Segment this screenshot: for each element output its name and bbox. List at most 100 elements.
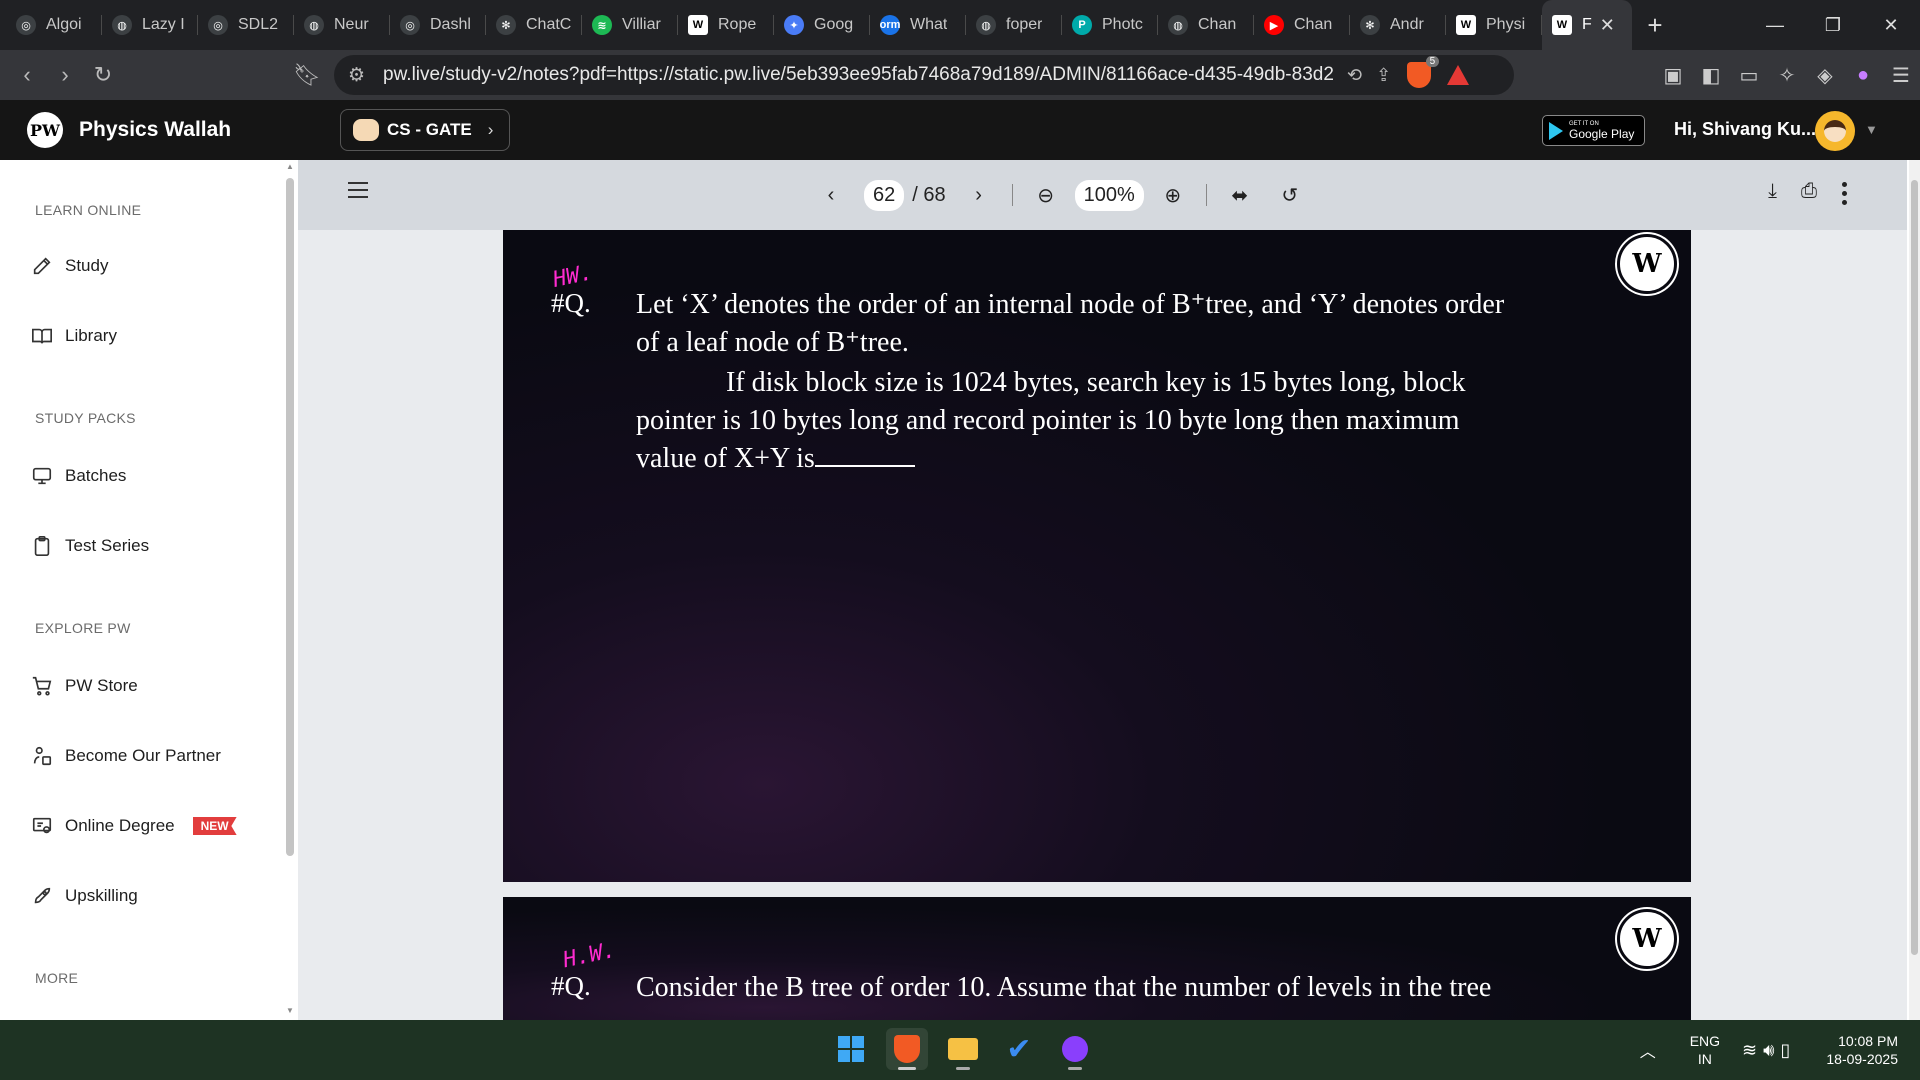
- page-scrollbar[interactable]: [1909, 160, 1920, 1020]
- tab-favicon-icon: ≋: [592, 15, 612, 35]
- browser-tab[interactable]: ≋ Villiar: [582, 0, 678, 50]
- leo-ai-icon[interactable]: ✧: [1768, 56, 1806, 94]
- fit-page-icon[interactable]: ⬌: [1227, 183, 1253, 208]
- more-options-icon[interactable]: [1841, 180, 1847, 205]
- tab-favicon-icon: ◎: [16, 15, 36, 35]
- github-desktop-icon[interactable]: [1054, 1028, 1096, 1070]
- sidebar-scroll-down-icon[interactable]: ▼: [286, 1006, 294, 1015]
- google-play-badge[interactable]: GET IT ON Google Play: [1542, 115, 1645, 146]
- browser-tab[interactable]: ◍ Lazy I: [102, 0, 198, 50]
- new-tab-button[interactable]: +: [1632, 10, 1678, 41]
- sidebar-item-partner[interactable]: Become Our Partner: [30, 744, 221, 768]
- brave-taskbar-icon[interactable]: [886, 1028, 928, 1070]
- browser-tab[interactable]: orm What: [870, 0, 966, 50]
- tab-label: SDL2: [238, 16, 279, 33]
- avatar[interactable]: [1815, 111, 1855, 151]
- question-line: value of X+Y is: [636, 440, 1636, 478]
- question-text: Consider the B tree of order 10. Assume …: [636, 969, 1636, 1007]
- browser-tab[interactable]: ◍ Neur: [294, 0, 390, 50]
- minimize-button[interactable]: —: [1746, 0, 1804, 50]
- sidebar-item-batches[interactable]: Batches: [30, 464, 126, 488]
- file-explorer-icon[interactable]: [942, 1028, 984, 1070]
- brave-shields-icon[interactable]: 5: [1407, 56, 1440, 88]
- user-greeting[interactable]: Hi, Shivang Ku...: [1674, 119, 1816, 140]
- sidebar-item-pw-store[interactable]: PW Store: [30, 674, 138, 698]
- tab-label: foper: [1006, 16, 1043, 33]
- wallet-icon[interactable]: ▭: [1730, 56, 1768, 94]
- browser-tab[interactable]: ◎ Dashl: [390, 0, 486, 50]
- language-indicator[interactable]: ENG IN: [1690, 1032, 1720, 1068]
- active-tab[interactable]: W F ✕: [1542, 0, 1632, 50]
- sidebar-item-test-series[interactable]: Test Series: [30, 534, 149, 558]
- browser-tab[interactable]: ◍ Chan: [1158, 0, 1254, 50]
- tab-favicon-icon: ◍: [304, 15, 324, 35]
- browser-menu-icon[interactable]: ☰: [1882, 56, 1920, 94]
- show-hidden-icons[interactable]: ︿: [1640, 1038, 1656, 1062]
- sidebar-item-online-degree[interactable]: Online Degree NEW: [30, 814, 237, 838]
- batch-selector[interactable]: CS - GATE ›: [340, 109, 511, 151]
- start-button[interactable]: [830, 1028, 872, 1070]
- browser-tab[interactable]: ◎ SDL2: [198, 0, 294, 50]
- share-icon[interactable]: ⇪: [1376, 65, 1391, 86]
- browser-tab[interactable]: ✻ Andr: [1350, 0, 1446, 50]
- partner-icon: [30, 744, 54, 768]
- restore-button[interactable]: ❐: [1804, 0, 1862, 50]
- browser-tab[interactable]: ✦ Goog: [774, 0, 870, 50]
- browser-tab[interactable]: ◍ foper: [966, 0, 1062, 50]
- brand-name[interactable]: Physics Wallah: [79, 118, 231, 142]
- sidebar-item-upskilling[interactable]: Upskilling: [30, 884, 138, 908]
- download-icon[interactable]: ⤓: [1768, 180, 1777, 205]
- browser-tab[interactable]: ◎ Algoi: [6, 0, 102, 50]
- sidebar-item-study[interactable]: Study: [30, 254, 108, 278]
- url-text[interactable]: pw.live/study-v2/notes?pdf=https://stati…: [383, 64, 1333, 86]
- clock[interactable]: 10:08 PM 18-09-2025: [1826, 1032, 1898, 1068]
- zoom-level[interactable]: 100%: [1074, 179, 1144, 211]
- chevron-right-icon: ›: [487, 120, 494, 139]
- next-page-icon[interactable]: ›: [966, 184, 992, 207]
- page-number-input[interactable]: 62: [864, 179, 905, 211]
- address-bar[interactable]: ⚙ pw.live/study-v2/notes?pdf=https://sta…: [334, 55, 1514, 95]
- pw-logo[interactable]: PW: [27, 112, 63, 148]
- reader-mode-icon[interactable]: ▣: [1654, 56, 1692, 94]
- rotate-icon[interactable]: ↺: [1277, 183, 1303, 208]
- profile-icon[interactable]: ●: [1844, 56, 1882, 94]
- system-tray-icons[interactable]: ≋🔊︎▯: [1742, 1040, 1796, 1061]
- print-icon[interactable]: ⎙: [1801, 180, 1817, 205]
- vpn-icon[interactable]: ◈: [1806, 56, 1844, 94]
- close-window-button[interactable]: ✕: [1862, 0, 1920, 50]
- chevron-down-icon[interactable]: ▼: [1865, 122, 1878, 137]
- tab-label: Lazy I: [142, 16, 185, 33]
- zoom-out-icon[interactable]: ⊖: [1033, 183, 1059, 208]
- browser-tab[interactable]: ✻ ChatC: [486, 0, 582, 50]
- tab-favicon-icon: ✻: [496, 15, 516, 35]
- forward-button[interactable]: ›: [46, 56, 84, 94]
- tab-favicon-icon: orm: [880, 15, 900, 35]
- answer-blank: [814, 445, 915, 467]
- menu-icon[interactable]: [348, 182, 368, 203]
- close-tab-icon[interactable]: ✕: [1600, 15, 1615, 36]
- bookmark-icon[interactable]: 🔖︎: [288, 56, 326, 94]
- zoom-in-icon[interactable]: ⊕: [1160, 183, 1186, 208]
- sidebar-item-label: Study: [65, 256, 109, 275]
- browser-tab[interactable]: W Rope: [678, 0, 774, 50]
- history-icon[interactable]: ⟲: [1347, 65, 1362, 86]
- browser-tab[interactable]: W Physi: [1446, 0, 1542, 50]
- tab-label: Neur: [334, 16, 369, 33]
- sidebar-scroll-up-icon[interactable]: ▲: [286, 162, 294, 171]
- tab-favicon-icon: ◍: [112, 15, 132, 35]
- sidebar: LEARN ONLINE Study Library STUDY PACKS B…: [0, 160, 298, 1020]
- sidebar-toggle-icon[interactable]: ◧: [1692, 56, 1730, 94]
- previous-page-icon[interactable]: ‹: [818, 184, 844, 207]
- google-play-small-text: GET IT ON: [1569, 120, 1599, 127]
- sidebar-item-library[interactable]: Library: [30, 324, 117, 348]
- browser-tab[interactable]: ▶ Chan: [1254, 0, 1350, 50]
- site-settings-icon[interactable]: ⚙: [348, 64, 365, 87]
- reload-button[interactable]: ↻: [84, 56, 122, 94]
- back-button[interactable]: ‹: [8, 56, 46, 94]
- sidebar-scrollbar[interactable]: [286, 178, 294, 856]
- browser-tab[interactable]: P Photc: [1062, 0, 1158, 50]
- brave-rewards-icon[interactable]: [1447, 65, 1470, 85]
- monitor-icon: [30, 464, 54, 488]
- todo-icon[interactable]: ✔: [998, 1028, 1040, 1070]
- google-play-text: Google Play: [1569, 126, 1635, 141]
